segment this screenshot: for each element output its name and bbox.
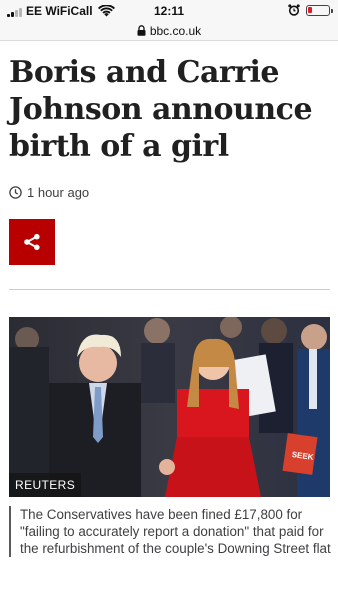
clock-icon: [9, 186, 22, 199]
share-icon: [24, 233, 40, 251]
lock-icon: [137, 25, 146, 36]
battery-icon: [306, 4, 333, 16]
article-photo[interactable]: SEEK: [9, 317, 330, 497]
alarm-icon: [288, 4, 300, 16]
article-headline: Boris and Carrie Johnson announce birth …: [9, 55, 313, 164]
share-button[interactable]: [9, 219, 55, 265]
section-divider: [9, 289, 330, 290]
timestamp-text: 1 hour ago: [27, 185, 90, 200]
address-bar[interactable]: bbc.co.uk: [0, 22, 338, 41]
article-timestamp: 1 hour ago: [9, 185, 89, 200]
status-bar: EE WiFiCall 12:11: [0, 0, 338, 22]
photo-illustration: SEEK: [9, 317, 330, 497]
status-right: [288, 4, 333, 16]
photo-credit: REUTERS: [9, 473, 82, 497]
photo-caption: The Conservatives have been fined £17,80…: [9, 506, 331, 557]
url-text[interactable]: bbc.co.uk: [150, 24, 201, 38]
